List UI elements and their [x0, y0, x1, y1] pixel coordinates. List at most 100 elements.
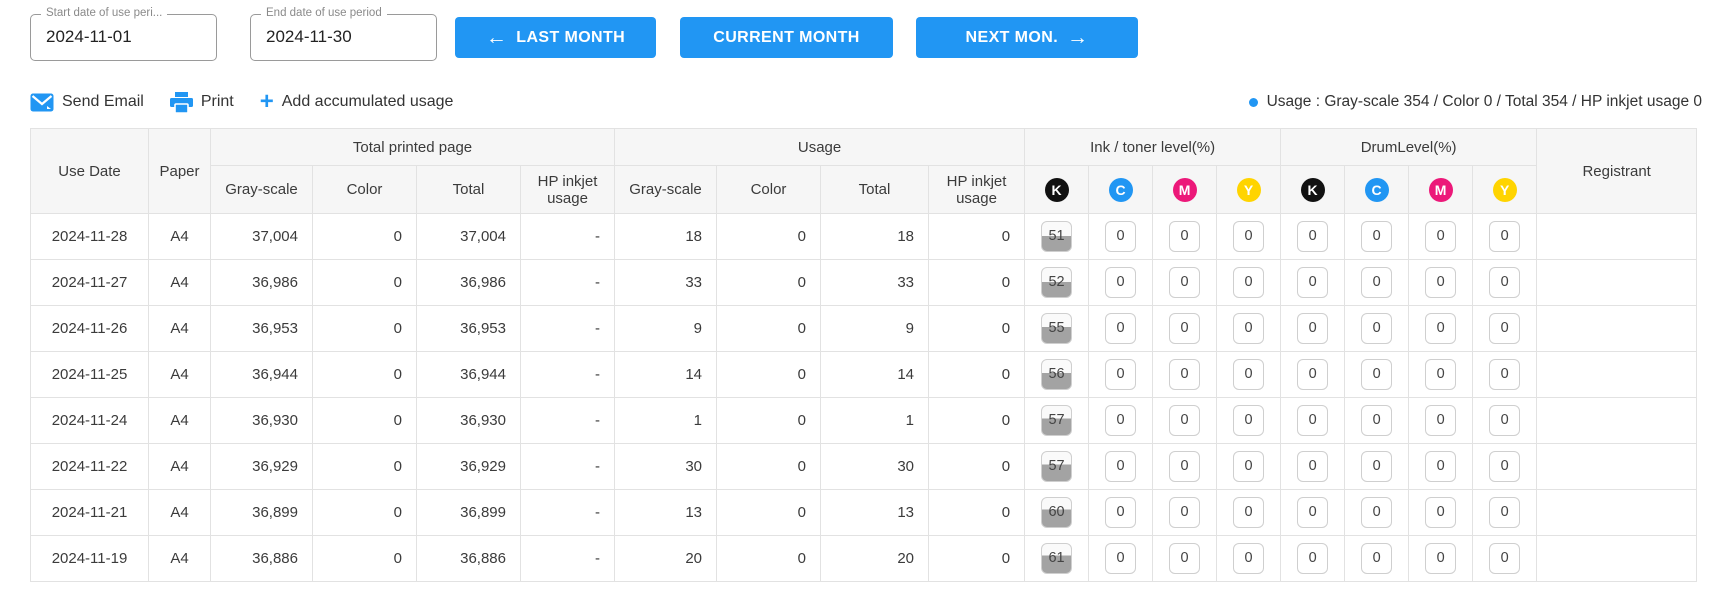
add-accumulated-usage-button[interactable]: + Add accumulated usage	[260, 90, 454, 114]
group-header-usage: Usage	[615, 129, 1025, 166]
cell-paper: A4	[149, 260, 211, 306]
cell-drum-c: 0	[1345, 398, 1409, 444]
cell-registrant	[1537, 444, 1697, 490]
cell-printed-1: 0	[313, 214, 417, 260]
group-header-total-printed-page: Total printed page	[211, 129, 615, 166]
cell-printed-2: 36,886	[417, 536, 521, 582]
col-header-drum-c: C	[1345, 166, 1409, 214]
cell-drum-c: 0	[1345, 260, 1409, 306]
col-header-printed-hp-inkjet-usage: HP inkjet usage	[521, 166, 615, 214]
cell-printed-3: -	[521, 306, 615, 352]
send-email-icon	[30, 93, 54, 112]
cell-toner-c: 0	[1089, 214, 1153, 260]
cell-toner-y: 0	[1217, 260, 1281, 306]
cell-drum-m-box: 0	[1425, 313, 1456, 344]
send-email-button[interactable]: Send Email	[30, 93, 144, 112]
cell-printed-2: 36,929	[417, 444, 521, 490]
cell-toner-k: 52	[1025, 260, 1089, 306]
cell-drum-c: 0	[1345, 490, 1409, 536]
drum-m-icon: M	[1429, 178, 1453, 202]
cell-usage-0: 33	[615, 260, 717, 306]
cell-paper: A4	[149, 444, 211, 490]
cell-toner-y: 0	[1217, 536, 1281, 582]
cell-usage-1: 0	[717, 306, 821, 352]
cell-usage-3: 0	[929, 444, 1025, 490]
cell-toner-c: 0	[1089, 536, 1153, 582]
toner-m-icon: M	[1173, 178, 1197, 202]
cell-printed-1: 0	[313, 536, 417, 582]
cell-drum-m: 0	[1409, 490, 1473, 536]
cell-usage-3: 0	[929, 214, 1025, 260]
cell-toner-y-box: 0	[1233, 221, 1264, 252]
cell-printed-1: 0	[313, 260, 417, 306]
cell-printed-0: 36,930	[211, 398, 313, 444]
col-header-printed-color: Color	[313, 166, 417, 214]
cell-drum-k-box: 0	[1297, 543, 1328, 574]
next-month-button[interactable]: NEXT MON. →	[916, 17, 1138, 58]
cell-toner-m-box: 0	[1169, 359, 1200, 390]
cell-drum-c: 0	[1345, 306, 1409, 352]
arrow-left-icon: ←	[486, 27, 507, 48]
cell-drum-k: 0	[1281, 490, 1345, 536]
cell-drum-y: 0	[1473, 398, 1537, 444]
cell-toner-y-box: 0	[1233, 405, 1264, 436]
cell-drum-y-box: 0	[1489, 221, 1520, 252]
cell-drum-c-box: 0	[1361, 313, 1392, 344]
cell-drum-m: 0	[1409, 214, 1473, 260]
cell-drum-y-box: 0	[1489, 313, 1520, 344]
col-header-paper: Paper	[149, 129, 211, 214]
cell-usage-3: 0	[929, 490, 1025, 536]
toner-k-icon: K	[1045, 178, 1069, 202]
drum-c-icon: C	[1365, 178, 1389, 202]
cell-toner-k-box: 60	[1041, 497, 1072, 528]
cell-toner-m: 0	[1153, 214, 1217, 260]
cell-paper: A4	[149, 352, 211, 398]
cell-usage-2: 20	[821, 536, 929, 582]
cell-use-date: 2024-11-22	[31, 444, 149, 490]
cell-toner-m: 0	[1153, 306, 1217, 352]
cell-toner-k: 56	[1025, 352, 1089, 398]
cell-toner-m-box: 0	[1169, 497, 1200, 528]
cell-drum-c-box: 0	[1361, 451, 1392, 482]
cell-drum-k-box: 0	[1297, 313, 1328, 344]
cell-printed-1: 0	[313, 306, 417, 352]
table-body: 2024-11-28A437,004037,004-18018051000000…	[31, 214, 1697, 582]
cell-usage-0: 13	[615, 490, 717, 536]
cell-printed-3: -	[521, 214, 615, 260]
cell-usage-0: 18	[615, 214, 717, 260]
cell-toner-k: 61	[1025, 536, 1089, 582]
cell-registrant	[1537, 398, 1697, 444]
cell-use-date: 2024-11-27	[31, 260, 149, 306]
cell-drum-y-box: 0	[1489, 267, 1520, 298]
cell-usage-1: 0	[717, 398, 821, 444]
end-date-field[interactable]: End date of use period	[250, 14, 437, 61]
cell-drum-m-box: 0	[1425, 497, 1456, 528]
cell-drum-k: 0	[1281, 352, 1345, 398]
table-row: 2024-11-26A436,953036,953-9090550000000	[31, 306, 1697, 352]
cell-toner-y-box: 0	[1233, 451, 1264, 482]
cell-drum-m-box: 0	[1425, 405, 1456, 436]
cell-drum-k: 0	[1281, 260, 1345, 306]
start-date-input[interactable]	[46, 27, 206, 47]
print-button[interactable]: Print	[170, 92, 234, 113]
cell-drum-m: 0	[1409, 444, 1473, 490]
cell-usage-1: 0	[717, 536, 821, 582]
cell-toner-k-box: 61	[1041, 543, 1072, 574]
send-email-label: Send Email	[62, 93, 144, 111]
cell-toner-c-box: 0	[1105, 221, 1136, 252]
cell-toner-k: 57	[1025, 444, 1089, 490]
cell-drum-m: 0	[1409, 306, 1473, 352]
end-date-input[interactable]	[266, 27, 426, 47]
col-header-usage-gray-scale: Gray-scale	[615, 166, 717, 214]
start-date-field[interactable]: Start date of use peri...	[30, 14, 217, 61]
cell-toner-m: 0	[1153, 536, 1217, 582]
last-month-button[interactable]: ← LAST MONTH	[455, 17, 656, 58]
cell-drum-y: 0	[1473, 490, 1537, 536]
cell-drum-c: 0	[1345, 352, 1409, 398]
cell-toner-c: 0	[1089, 398, 1153, 444]
cell-drum-c: 0	[1345, 444, 1409, 490]
current-month-button[interactable]: CURRENT MONTH	[680, 17, 893, 58]
cell-toner-k-box: 56	[1041, 359, 1072, 390]
cell-registrant	[1537, 260, 1697, 306]
cell-paper: A4	[149, 214, 211, 260]
